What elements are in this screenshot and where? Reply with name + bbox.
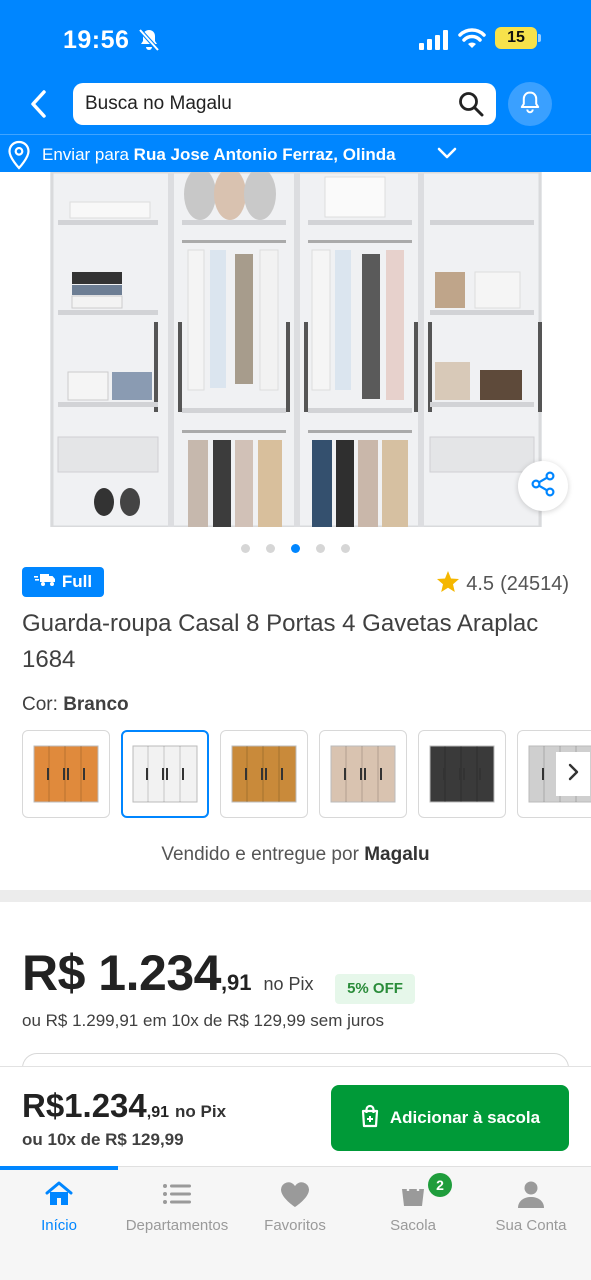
seller-prefix: Vendido e entregue por xyxy=(161,844,359,865)
carousel-dot[interactable] xyxy=(241,544,250,553)
swatches-next-button[interactable] xyxy=(556,752,590,796)
location-pin-icon xyxy=(6,140,32,175)
battery-indicator: 15 xyxy=(495,27,541,49)
buybar-price: R$1.234 ,91 no Pix xyxy=(22,1087,226,1125)
bag-count-badge: 2 xyxy=(428,1173,452,1197)
swatch-thumbnail xyxy=(330,745,396,803)
silent-mode-icon xyxy=(138,28,160,57)
status-bar: 19:56 15 xyxy=(0,22,591,58)
tab-label: Início xyxy=(41,1217,77,1234)
star-icon xyxy=(436,570,460,599)
carousel-dot[interactable] xyxy=(316,544,325,553)
product-rating[interactable]: 4.5 (24514) xyxy=(436,570,569,599)
shipping-address-bar[interactable]: Enviar para Rua Jose Antonio Ferraz, Oli… xyxy=(0,134,591,172)
menu-icon xyxy=(118,1177,236,1211)
rating-value: 4.5 xyxy=(466,573,495,595)
signal-icon xyxy=(419,30,451,55)
price-value: R$ 1.234 xyxy=(22,945,221,1001)
add-to-bag-button[interactable]: Adicionar à sacola xyxy=(331,1085,569,1151)
color-value: Branco xyxy=(63,694,129,715)
swatch-thumbnail xyxy=(33,745,99,803)
buybar-price-cents: ,91 xyxy=(146,1104,170,1121)
bell-icon xyxy=(519,90,541,119)
product-title: Guarda-roupa Casal 8 Portas 4 Gavetas Ar… xyxy=(22,610,539,673)
sticky-buy-bar: R$1.234 ,91 no Pix ou 10x de R$ 129,99 A… xyxy=(0,1066,591,1166)
discount-badge: 5% OFF xyxy=(335,974,415,1004)
top-bar: 19:56 15 Busca no Magalu Enviar para Rua xyxy=(0,0,591,172)
home-icon xyxy=(0,1177,118,1211)
color-swatch[interactable] xyxy=(22,730,110,818)
shopping-bag-icon xyxy=(360,1104,380,1133)
color-swatch[interactable] xyxy=(418,730,506,818)
tab-departamentos[interactable]: Departamentos xyxy=(118,1177,236,1234)
chevron-right-icon xyxy=(567,763,579,786)
buybar-price-value: R$1.234 xyxy=(22,1087,147,1124)
carousel-pagination[interactable] xyxy=(0,544,591,553)
tab-inicio[interactable]: Início xyxy=(0,1177,118,1234)
carousel-dot[interactable] xyxy=(266,544,275,553)
price-block: R$ 1.234 ,91 no Pix xyxy=(22,944,314,1002)
tab-label: Sacola xyxy=(390,1217,436,1234)
color-swatch[interactable] xyxy=(220,730,308,818)
heart-icon xyxy=(236,1177,354,1211)
price-pix-label: no Pix xyxy=(263,974,314,994)
color-swatch[interactable] xyxy=(121,730,209,818)
seller-info: Vendido e entregue por Magalu xyxy=(0,844,591,866)
search-placeholder: Busca no Magalu xyxy=(85,93,232,114)
bag-icon xyxy=(354,1177,472,1211)
back-button[interactable] xyxy=(22,86,54,122)
user-icon xyxy=(472,1177,590,1211)
swatch-thumbnail xyxy=(132,745,198,803)
tab-sacola[interactable]: Sacola xyxy=(354,1177,472,1234)
color-label: Cor: xyxy=(22,694,58,715)
color-swatch[interactable] xyxy=(319,730,407,818)
swatch-thumbnail xyxy=(231,745,297,803)
price-cents: ,91 xyxy=(220,970,252,995)
swatch-thumbnail xyxy=(429,745,495,803)
installments-text: ou R$ 1.299,91 em 10x de R$ 129,99 sem j… xyxy=(22,1011,384,1030)
shipping-text: Enviar para Rua Jose Antonio Ferraz, Oli… xyxy=(42,145,396,165)
truck-icon xyxy=(33,572,56,592)
product-image xyxy=(50,172,542,527)
status-time: 19:56 xyxy=(63,26,130,54)
active-tab-indicator xyxy=(0,1166,118,1170)
wifi-icon xyxy=(458,28,486,55)
rating-count: (24514) xyxy=(500,573,569,595)
buybar-pix-label: no Pix xyxy=(175,1102,227,1121)
full-badge: Full xyxy=(22,567,104,597)
tab-label: Sua Conta xyxy=(495,1217,567,1234)
tab-label: Departamentos xyxy=(125,1217,229,1234)
add-to-bag-label: Adicionar à sacola xyxy=(389,1108,541,1127)
search-input[interactable]: Busca no Magalu xyxy=(73,83,496,125)
buybar-installments: ou 10x de R$ 129,99 xyxy=(22,1130,184,1149)
carousel-dot[interactable] xyxy=(341,544,350,553)
tab-sua-conta[interactable]: Sua Conta xyxy=(472,1177,590,1234)
share-button[interactable] xyxy=(518,461,568,511)
shipping-address: Rua Jose Antonio Ferraz, Olinda xyxy=(133,145,396,164)
color-selector-label: Cor: Branco xyxy=(22,694,129,716)
section-divider xyxy=(0,890,591,902)
color-swatches xyxy=(22,730,591,818)
carousel-dot-active[interactable] xyxy=(291,544,300,553)
bottom-tab-bar: Início Departamentos Favoritos Sacola Su… xyxy=(0,1166,591,1280)
full-badge-label: Full xyxy=(61,572,93,591)
shipping-prefix: Enviar para xyxy=(42,145,129,164)
share-icon xyxy=(530,470,556,502)
seller-name[interactable]: Magalu xyxy=(364,844,429,865)
notifications-button[interactable] xyxy=(508,82,552,126)
search-icon[interactable] xyxy=(458,91,484,122)
tab-label: Favoritos xyxy=(264,1217,326,1234)
tab-favoritos[interactable]: Favoritos xyxy=(236,1177,354,1234)
product-image-carousel[interactable] xyxy=(0,172,591,527)
chevron-down-icon xyxy=(437,145,457,165)
